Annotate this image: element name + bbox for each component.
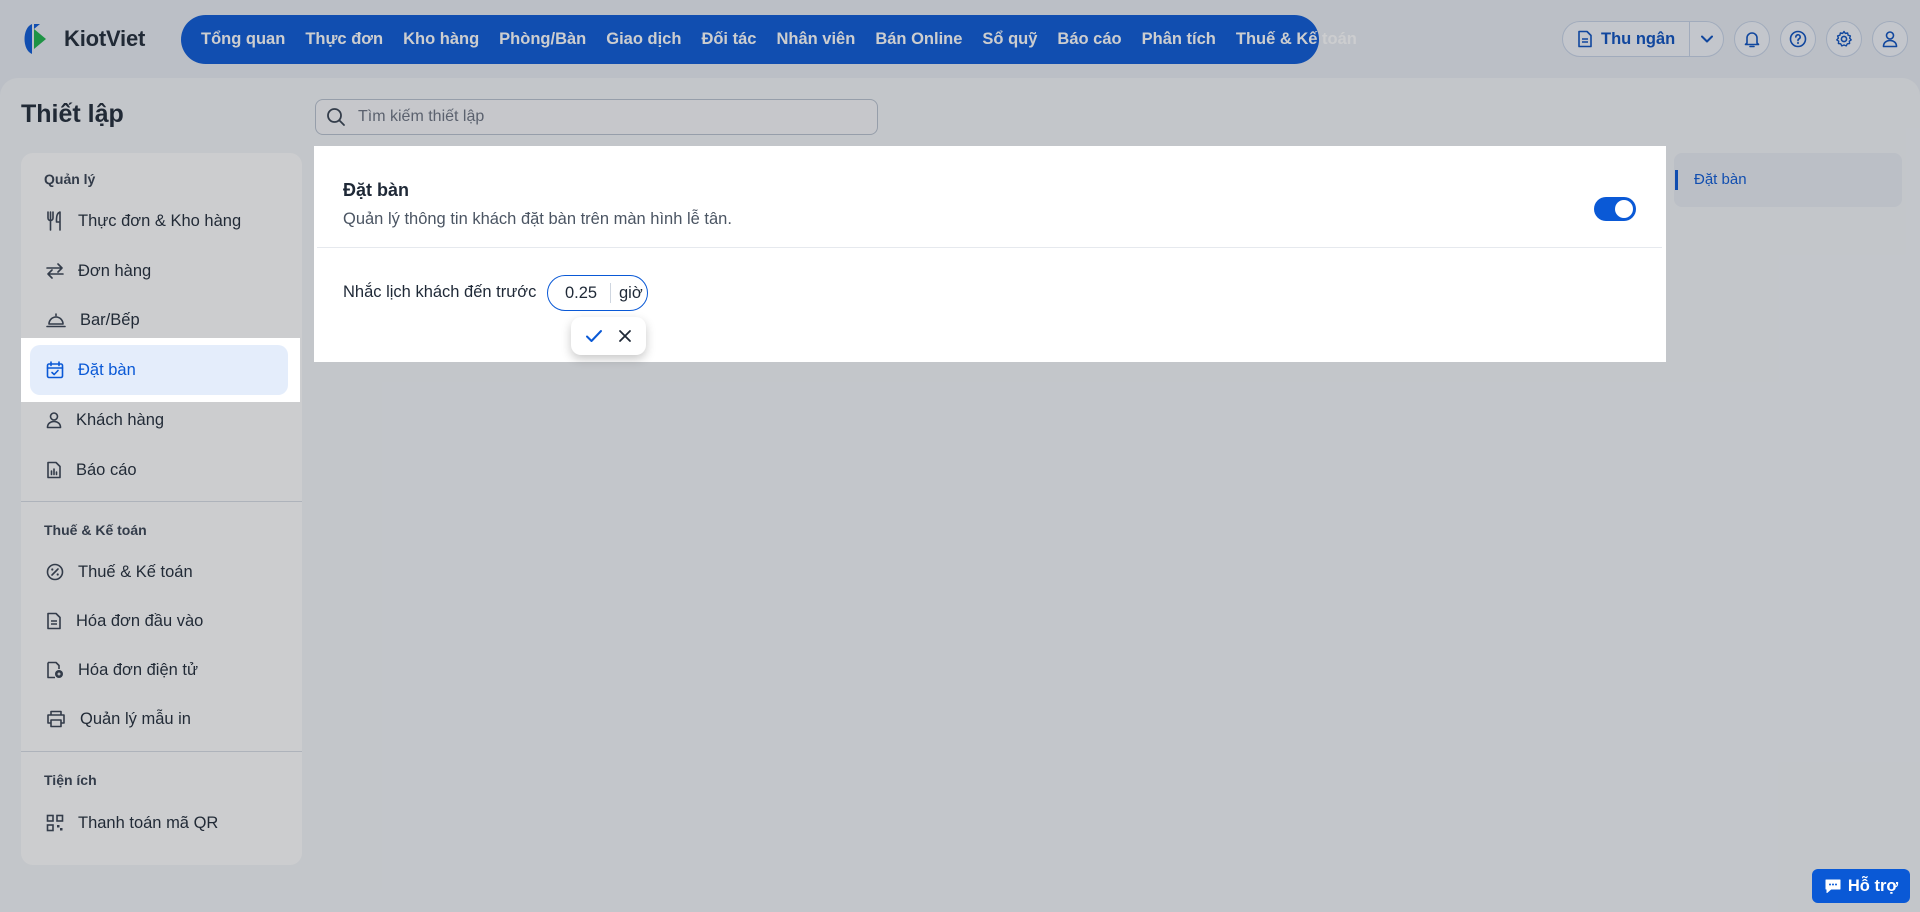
nav-doi-tac[interactable]: Đối tác [691, 15, 766, 64]
document-icon [1578, 30, 1592, 48]
sidebar-item-thuc-don-kho-hang[interactable]: Thực đơn & Kho hàng [30, 196, 288, 246]
sidebar-item-khach-hang[interactable]: Khách hàng [30, 395, 288, 445]
sidebar-item-don-hang[interactable]: Đơn hàng [30, 246, 288, 296]
top-bar: KiotViet Tổng quan Thực đơn Kho hàng Phò… [0, 0, 1920, 78]
fork-knife-icon [47, 211, 61, 231]
sidebar-item-quan-ly-mau-in[interactable]: Quản lý mẫu in [30, 694, 288, 744]
sidebar-item-label: Thanh toán mã QR [78, 813, 219, 832]
sidebar-item-label: Hóa đơn đầu vào [76, 611, 204, 630]
sidebar-item-label: Báo cáo [76, 460, 137, 479]
sidebar-item-label: Hóa đơn điện tử [78, 660, 199, 679]
search-input[interactable] [358, 108, 838, 126]
settings-button[interactable] [1826, 21, 1863, 57]
nav-thue-ke-toan[interactable]: Thuế & Kế toán [1226, 15, 1367, 64]
section-title-thue-ke-toan: Thuế & Kế toán [44, 522, 147, 538]
sidebar-item-label: Quản lý mẫu in [80, 709, 191, 728]
cashier-dropdown-button[interactable] [1689, 22, 1723, 56]
sidebar-item-label: Thuế & Kế toán [78, 562, 193, 581]
user-icon [1882, 31, 1898, 48]
header-tools: Thu ngân [1562, 21, 1909, 57]
cloche-icon [46, 313, 66, 328]
nav-tong-quan[interactable]: Tổng quan [191, 15, 295, 64]
card-title: Đặt bàn [343, 180, 410, 200]
sidebar-item-label: Bar/Bếp [80, 310, 140, 329]
remind-hours-input[interactable] [552, 283, 610, 303]
check-icon [585, 330, 602, 342]
toggle-knob [1615, 200, 1633, 218]
kiotviet-logo-icon [24, 24, 46, 54]
help-button[interactable] [1780, 21, 1817, 57]
nav-kho-hang[interactable]: Kho hàng [393, 15, 489, 64]
nav-nhan-vien[interactable]: Nhân viên [766, 15, 865, 64]
inline-edit-actions [571, 317, 646, 355]
bell-icon [1744, 32, 1760, 48]
percent-icon [46, 563, 64, 581]
nav-phan-tich[interactable]: Phân tích [1132, 15, 1226, 64]
sidebar-item-label: Khách hàng [76, 410, 165, 429]
printer-icon [47, 710, 65, 728]
confirm-button[interactable] [585, 329, 603, 343]
notifications-button[interactable] [1734, 21, 1771, 57]
sidebar-item-thanh-toan-ma-qr[interactable]: Thanh toán mã QR [30, 798, 288, 848]
page-title: Thiết lập [21, 100, 124, 128]
chevron-down-icon [1700, 35, 1713, 43]
brand-name: KiotViet [64, 26, 146, 51]
arrows-swap-icon [46, 263, 64, 279]
sidebar-item-label: Đặt bàn [78, 360, 136, 379]
main-navigation: Tổng quan Thực đơn Kho hàng Phòng/Bàn Gi… [181, 15, 1357, 64]
invoice-icon [47, 612, 61, 630]
anchor-indicator [1675, 170, 1678, 190]
nav-phong-ban[interactable]: Phòng/Bàn [489, 15, 596, 64]
e-invoice-icon [47, 661, 63, 679]
user-icon [46, 412, 62, 429]
nav-bao-cao[interactable]: Báo cáo [1047, 15, 1131, 64]
card-divider [317, 247, 1662, 248]
cancel-button[interactable] [618, 329, 632, 343]
remind-unit: giờ [619, 283, 643, 302]
nav-thuc-don[interactable]: Thực đơn [295, 15, 393, 64]
section-title-tien-ich: Tiện ích [44, 772, 97, 788]
sidebar-item-bao-cao[interactable]: Báo cáo [30, 445, 288, 495]
search-icon [327, 108, 345, 126]
logo[interactable]: KiotViet [18, 20, 145, 58]
gear-icon [1836, 30, 1853, 47]
remind-input-group: giờ [547, 275, 648, 311]
support-button[interactable]: Hỗ trợ [1812, 869, 1910, 903]
sidebar-item-label: Đơn hàng [78, 261, 152, 280]
sidebar-item-label: Thực đơn & Kho hàng [78, 211, 242, 230]
section-title-quan-ly: Quản lý [44, 171, 96, 187]
cashier-label: Thu ngân [1601, 29, 1676, 48]
anchor-link-dat-ban[interactable]: Đặt bàn [1694, 171, 1747, 188]
account-button[interactable] [1872, 21, 1909, 57]
sidebar-divider [21, 501, 302, 502]
cashier-button[interactable]: Thu ngân [1563, 22, 1689, 56]
settings-sidebar: Quản lý Thực đơn & Kho hàng Đơn hàng Bar… [21, 153, 302, 865]
sidebar-item-hoa-don-dien-tu[interactable]: Hóa đơn điện tử [30, 645, 288, 695]
nav-ban-online[interactable]: Bán Online [865, 15, 972, 64]
nav-giao-dich[interactable]: Giao dịch [596, 15, 691, 64]
nav-so-quy[interactable]: Sổ quỹ [972, 15, 1047, 64]
cashier-switch: Thu ngân [1562, 21, 1725, 57]
sidebar-divider [21, 751, 302, 752]
close-icon [619, 330, 632, 342]
sidebar-item-dat-ban[interactable]: Đặt bàn [30, 345, 288, 395]
reservation-settings-card [317, 149, 1662, 352]
sidebar-item-hoa-don-dau-vao[interactable]: Hóa đơn đầu vào [30, 596, 288, 646]
card-description: Quản lý thông tin khách đặt bàn trên màn… [343, 210, 732, 228]
settings-search [315, 99, 878, 135]
help-icon [1789, 30, 1807, 48]
support-label: Hỗ trợ [1847, 876, 1899, 895]
chat-icon [1825, 879, 1841, 893]
sidebar-item-thue-ke-toan[interactable]: Thuế & Kế toán [30, 547, 288, 597]
remind-label: Nhắc lịch khách đến trước [343, 283, 537, 301]
report-icon [47, 461, 61, 479]
qr-code-icon [46, 814, 64, 832]
calendar-check-icon [46, 361, 64, 379]
reservation-toggle[interactable] [1594, 197, 1636, 221]
